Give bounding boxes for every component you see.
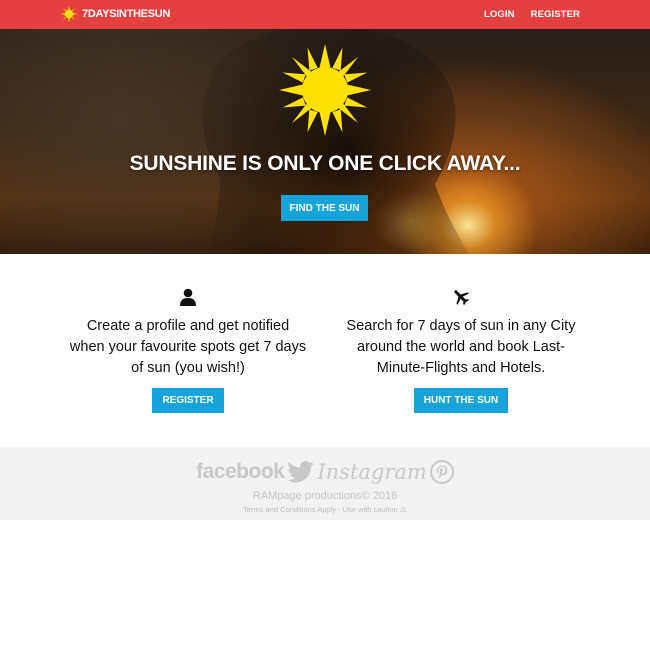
- register-button[interactable]: REGISTER: [152, 388, 224, 413]
- nav-links: LOGIN REGISTER: [484, 9, 580, 20]
- login-link[interactable]: LOGIN: [484, 9, 515, 20]
- register-link[interactable]: REGISTER: [531, 9, 580, 20]
- footer: facebook Instagram RAMpage productions© …: [0, 447, 650, 520]
- brand-name: 7DAYSINTHESUN: [82, 8, 170, 20]
- instagram-link[interactable]: Instagram: [317, 460, 426, 484]
- sun-logo-icon: [60, 5, 78, 23]
- feature-hunt-text: Search for 7 days of sun in any City aro…: [346, 318, 576, 376]
- terms-text: Terms and Conditions Apply - Use with ca…: [0, 505, 650, 514]
- twitter-link[interactable]: [287, 461, 315, 483]
- feature-register-text: Create a profile and get notified when y…: [69, 318, 307, 376]
- hero-sun-icon: [279, 44, 371, 136]
- hero-banner: SUNSHINE IS ONLY ONE CLICK AWAY... FIND …: [0, 29, 650, 254]
- copyright-text: RAMpage productions© 2016: [252, 490, 398, 502]
- find-the-sun-button[interactable]: FIND THE SUN: [281, 195, 368, 221]
- facebook-link[interactable]: facebook: [196, 460, 285, 484]
- hunt-the-sun-button[interactable]: HUNT THE SUN: [413, 388, 509, 413]
- navbar: 7DAYSINTHESUN LOGIN REGISTER: [0, 0, 650, 29]
- pinterest-icon: [429, 460, 454, 484]
- pinterest-link[interactable]: [429, 460, 454, 484]
- warning-icon: ⚠: [399, 505, 407, 514]
- social-links: facebook Instagram: [0, 460, 650, 484]
- terms-label[interactable]: Terms and Conditions Apply - Use with ca…: [243, 505, 398, 514]
- hero-title: SUNSHINE IS ONLY ONE CLICK AWAY...: [129, 152, 521, 175]
- feature-hunt: Search for 7 days of sun in any City aro…: [341, 287, 581, 413]
- feature-register: Create a profile and get notified when y…: [68, 287, 308, 413]
- twitter-icon: [287, 461, 315, 483]
- user-icon: [180, 288, 196, 306]
- brand-logo-link[interactable]: 7DAYSINTHESUN: [60, 4, 170, 24]
- plane-icon: [454, 290, 470, 306]
